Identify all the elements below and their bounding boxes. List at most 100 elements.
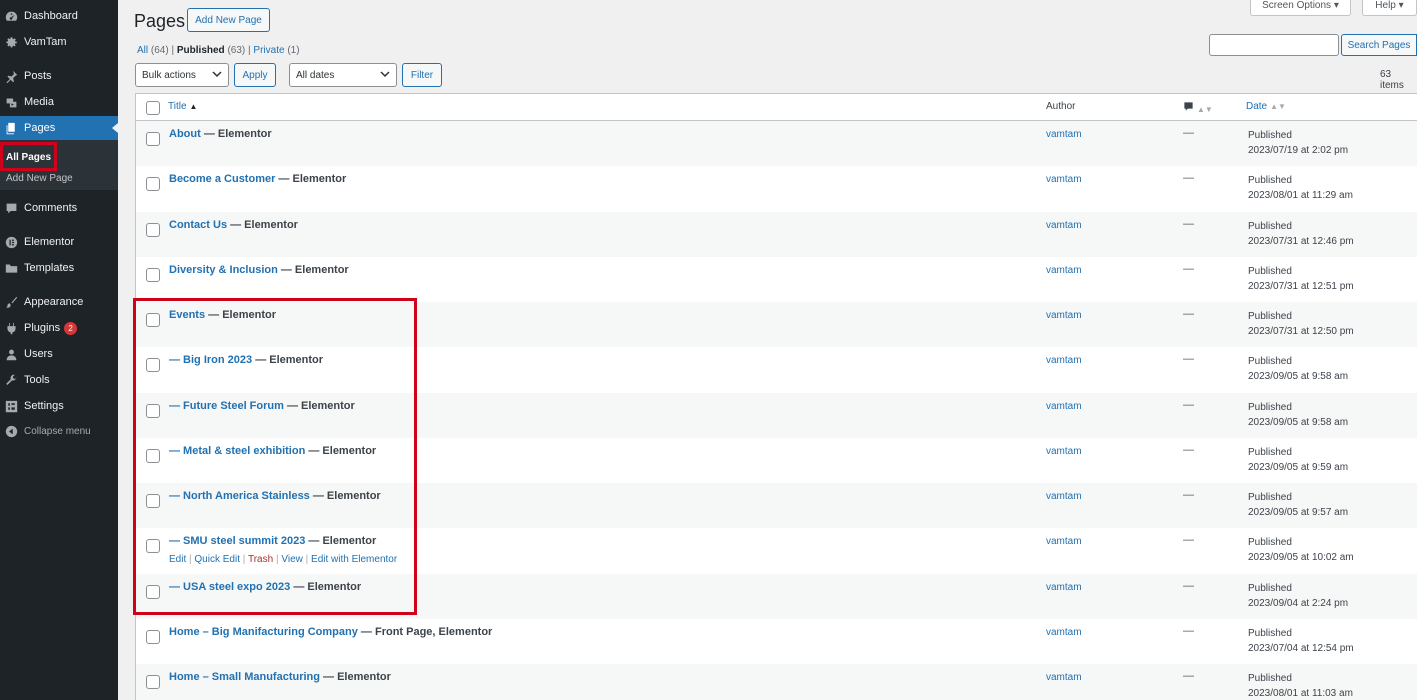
post-state: — Elementor [275, 173, 347, 186]
row-status: Published [1248, 537, 1292, 549]
caret-down-icon: ▾ [1333, 0, 1339, 11]
sidebar-item-pages[interactable]: Pages [0, 116, 118, 140]
row-date: Published 2023/07/04 at 12:54 pm [1248, 626, 1354, 656]
row-comments: — [1183, 534, 1194, 547]
sidebar-item-label: Tools [24, 374, 50, 386]
row-author[interactable]: vamtam [1046, 401, 1082, 412]
column-comments[interactable]: ▲▼ [1183, 101, 1213, 115]
filter-all-count: (64) [150, 45, 169, 56]
sidebar-item-appearance[interactable]: Appearance [0, 291, 118, 313]
row-checkbox[interactable] [146, 222, 160, 237]
settings-icon [5, 400, 18, 413]
row-author[interactable]: vamtam [1046, 446, 1082, 457]
row-title: Become a Customer — Elementor [169, 173, 346, 185]
row-title-link[interactable]: Home – Big Manifacturing Company [169, 626, 358, 638]
row-author[interactable]: vamtam [1046, 174, 1082, 185]
screen-options-button[interactable]: Screen Options ▾ [1250, 0, 1351, 16]
row-date: Published 2023/09/04 at 2:24 pm [1248, 581, 1348, 611]
sidebar-item-media[interactable]: Media [0, 91, 118, 113]
sidebar-item-posts[interactable]: Posts [0, 65, 118, 87]
row-checkbox[interactable] [146, 267, 160, 282]
admin-sidebar: Dashboard VamTam Posts Media Pages All P… [0, 0, 118, 700]
row-checkbox[interactable] [146, 675, 160, 689]
sidebar-item-label: Media [24, 96, 54, 108]
row-date-value: 2023/09/04 at 2:24 pm [1248, 597, 1349, 609]
row-author[interactable]: vamtam [1046, 129, 1082, 140]
row-title-link[interactable]: About [169, 128, 201, 140]
sidebar-item-plugins[interactable]: Plugins 2 [0, 317, 118, 339]
sidebar-item-label: Elementor [24, 236, 75, 248]
row-status: Published [1248, 401, 1292, 413]
row-title-link[interactable]: Diversity & Inclusion [169, 264, 278, 276]
row-title-link[interactable]: Become a Customer [169, 173, 275, 185]
sidebar-item-label: VamTam [24, 36, 67, 48]
row-author[interactable]: vamtam [1046, 220, 1082, 231]
row-author[interactable]: vamtam [1046, 627, 1082, 638]
row-status: Published [1248, 311, 1292, 322]
sidebar-item-users[interactable]: Users [0, 343, 118, 365]
sidebar-item-vamtam[interactable]: VamTam [0, 31, 118, 53]
filter-private-link[interactable]: Private [253, 45, 284, 56]
table-row: Become a Customer — Elementor vamtam — Publ… [136, 166, 1417, 211]
add-new-page-button[interactable]: Add New Page [187, 8, 270, 32]
search-input[interactable] [1209, 34, 1339, 56]
sidebar-collapse-menu[interactable]: Collapse menu [0, 420, 118, 442]
row-author[interactable]: vamtam [1046, 536, 1082, 547]
row-status: Published [1248, 265, 1292, 277]
filter-published-link[interactable]: Published [177, 45, 225, 56]
row-author[interactable]: vamtam [1046, 491, 1082, 502]
row-title-link[interactable]: Home – Small Manufacturing [169, 671, 320, 683]
row-checkbox[interactable] [146, 132, 160, 146]
filter-button[interactable]: Filter [402, 63, 442, 87]
comment-icon [1183, 102, 1194, 115]
row-title: Home – Big Manifacturing Company — Front… [169, 626, 492, 638]
row-title-link[interactable]: Contact Us [169, 219, 227, 231]
row-comments: — [1183, 217, 1194, 230]
column-date[interactable]: Date ▲▼ [1246, 101, 1286, 112]
post-state: — Elementor [319, 671, 391, 683]
help-button[interactable]: Help ▾ [1362, 0, 1417, 16]
search-pages-button[interactable]: Search Pages [1341, 34, 1417, 56]
user-icon [5, 348, 18, 361]
row-date: Published 2023/09/05 at 9:59 am [1248, 445, 1348, 475]
row-date-value: 2023/09/05 at 9:58 am [1248, 416, 1349, 428]
row-author[interactable]: vamtam [1046, 672, 1082, 683]
chevron-down-icon [212, 69, 222, 82]
row-date-value: 2023/07/31 at 12:51 pm [1248, 280, 1354, 292]
plugins-update-badge: 2 [64, 321, 78, 335]
row-status: Published [1248, 220, 1292, 232]
row-checkbox[interactable] [146, 177, 160, 192]
sidebar-item-comments[interactable]: Comments [0, 197, 118, 219]
table-row: About — Elementor vamtam — Published 2023/07… [136, 121, 1417, 167]
row-title: About — Elementor [169, 128, 272, 140]
row-author[interactable]: vamtam [1046, 265, 1082, 276]
row-status: Published [1248, 446, 1292, 458]
row-author[interactable]: vamtam [1046, 355, 1082, 366]
row-date: Published 2023/07/31 at 12:50 pm [1248, 309, 1354, 339]
sidebar-item-templates[interactable]: Templates [0, 257, 118, 279]
row-author[interactable]: vamtam [1046, 582, 1082, 593]
row-comments: — [1183, 624, 1194, 637]
bulk-actions-select[interactable]: Bulk actions [135, 63, 229, 87]
submenu-add-new-page[interactable]: Add New Page [6, 173, 73, 184]
row-checkbox[interactable] [146, 629, 160, 644]
filter-all-link[interactable]: All [137, 45, 148, 56]
sidebar-item-tools[interactable]: Tools [0, 369, 118, 391]
row-author[interactable]: vamtam [1046, 310, 1082, 321]
row-date: Published 2023/08/01 at 11:03 am [1248, 671, 1353, 700]
comment-icon [5, 202, 18, 215]
column-title-label: Title [168, 101, 187, 112]
row-date: Published 2023/08/01 at 11:29 am [1248, 173, 1353, 203]
column-title[interactable]: Title ▲ [168, 101, 197, 112]
separator: | [171, 45, 175, 56]
sidebar-item-settings[interactable]: Settings [0, 395, 118, 417]
row-date: Published 2023/09/05 at 9:58 am [1248, 400, 1348, 430]
row-date: Published 2023/07/31 at 12:46 pm [1248, 219, 1354, 249]
filter-published-count: (63) [227, 45, 246, 56]
select-all-checkbox[interactable] [146, 101, 160, 115]
date-filter-select[interactable]: All dates [289, 63, 397, 87]
table-row: Home – Small Manufacturing — Elementor va… [136, 664, 1417, 700]
sidebar-item-elementor[interactable]: Elementor [0, 231, 118, 253]
sidebar-item-dashboard[interactable]: Dashboard [0, 5, 118, 27]
apply-button[interactable]: Apply [234, 63, 276, 87]
